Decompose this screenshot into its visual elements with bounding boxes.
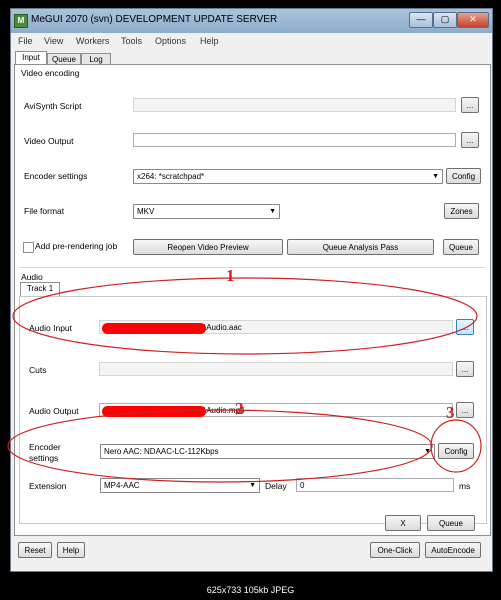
title-bar[interactable]: M MeGUI 2070 (svn) DEVELOPMENT UPDATE SE… [11, 9, 492, 33]
audio-output-label: Audio Output [29, 406, 79, 416]
one-click-button[interactable]: One-Click [370, 542, 420, 558]
chevron-down-icon: ▼ [432, 173, 439, 180]
audio-queue-button[interactable]: Queue [427, 515, 475, 531]
delay-label: Delay [265, 481, 287, 491]
extension-label: Extension [29, 481, 67, 491]
file-format-value: MKV [137, 207, 155, 216]
queue-analysis-button[interactable]: Queue Analysis Pass [287, 239, 434, 255]
video-section-title: Video encoding [21, 68, 80, 78]
close-button[interactable]: ✕ [457, 12, 489, 28]
audio-encoder-value: Nero AAC: NDAAC-LC-112Kbps [104, 447, 219, 456]
file-format-label: File format [24, 206, 65, 216]
cuts-browse-button[interactable]: ... [456, 361, 474, 377]
video-encoder-value: x264: *scratchpad* [137, 172, 205, 181]
audio-encoder-config-button[interactable]: Config [438, 443, 474, 459]
annotation-number-3: 3 [446, 403, 455, 422]
input-tab-panel: Video encoding AviSynth Script ... Video… [14, 64, 491, 536]
redaction-mark [102, 406, 206, 417]
audio-section-title: Audio [21, 272, 43, 282]
chevron-down-icon: ▼ [269, 208, 276, 215]
annotation-number-2: 2 [235, 399, 244, 418]
cuts-label: Cuts [29, 365, 47, 375]
chevron-down-icon: ▼ [249, 482, 256, 489]
menu-options[interactable]: Options [155, 36, 186, 46]
prerender-checkbox[interactable] [23, 242, 34, 253]
maximize-button[interactable]: ▢ [433, 12, 457, 28]
video-encoder-label: Encoder settings [24, 171, 88, 181]
audio-input-browse-button[interactable]: ... [456, 319, 474, 335]
extension-value: MP4-AAC [104, 481, 140, 490]
cuts-field[interactable] [99, 362, 453, 376]
menu-bar: File View Workers Tools Options Help [11, 34, 492, 48]
audio-output-browse-button[interactable]: ... [456, 402, 474, 418]
prerender-label: Add pre-rendering job [35, 241, 118, 251]
audio-encoder-label-line1: Encoder [29, 442, 61, 452]
redaction-mark [102, 323, 206, 334]
section-divider [19, 267, 485, 268]
menu-tools[interactable]: Tools [121, 36, 142, 46]
avisynth-label: AviSynth Script [24, 101, 82, 111]
minimize-button[interactable]: — [409, 12, 433, 28]
auto-encode-button[interactable]: AutoEncode [425, 542, 481, 558]
menu-help[interactable]: Help [200, 36, 219, 46]
audio-input-label: Audio Input [29, 323, 73, 333]
menu-workers[interactable]: Workers [76, 36, 109, 46]
file-format-select[interactable]: MKV ▼ [133, 204, 280, 219]
delay-input[interactable]: 0 [296, 478, 454, 492]
reset-button[interactable]: Reset [18, 542, 52, 558]
help-button[interactable]: Help [57, 542, 85, 558]
chevron-down-icon: ▼ [424, 448, 431, 455]
delay-unit-label: ms [459, 481, 471, 491]
image-info-caption: 625x733 105kb JPEG [206, 585, 295, 595]
reopen-preview-button[interactable]: Reopen Video Preview [133, 239, 283, 255]
video-output-field[interactable] [133, 133, 456, 147]
avisynth-field[interactable] [133, 98, 456, 112]
tab-track-1[interactable]: Track 1 [20, 282, 60, 297]
megui-app-icon: M [14, 14, 28, 28]
video-output-browse-button[interactable]: ... [461, 132, 479, 148]
remove-track-button[interactable]: X [385, 515, 421, 531]
video-queue-button[interactable]: Queue [443, 239, 479, 255]
menu-view[interactable]: View [44, 36, 63, 46]
extension-select[interactable]: MP4-AAC ▼ [100, 478, 260, 493]
video-encoder-select[interactable]: x264: *scratchpad* ▼ [133, 169, 443, 184]
window-title: MeGUI 2070 (svn) DEVELOPMENT UPDATE SERV… [31, 14, 278, 25]
video-encoder-config-button[interactable]: Config [446, 168, 481, 184]
menu-file[interactable]: File [18, 36, 33, 46]
video-output-label: Video Output [24, 136, 74, 146]
avisynth-browse-button[interactable]: ... [461, 97, 479, 113]
annotation-number-1: 1 [226, 266, 235, 285]
megui-window: M MeGUI 2070 (svn) DEVELOPMENT UPDATE SE… [10, 8, 493, 572]
zones-button[interactable]: Zones [444, 203, 479, 219]
audio-encoder-select[interactable]: Nero AAC: NDAAC-LC-112Kbps ▼ [100, 444, 435, 459]
audio-encoder-label-line2: settings [29, 453, 59, 463]
